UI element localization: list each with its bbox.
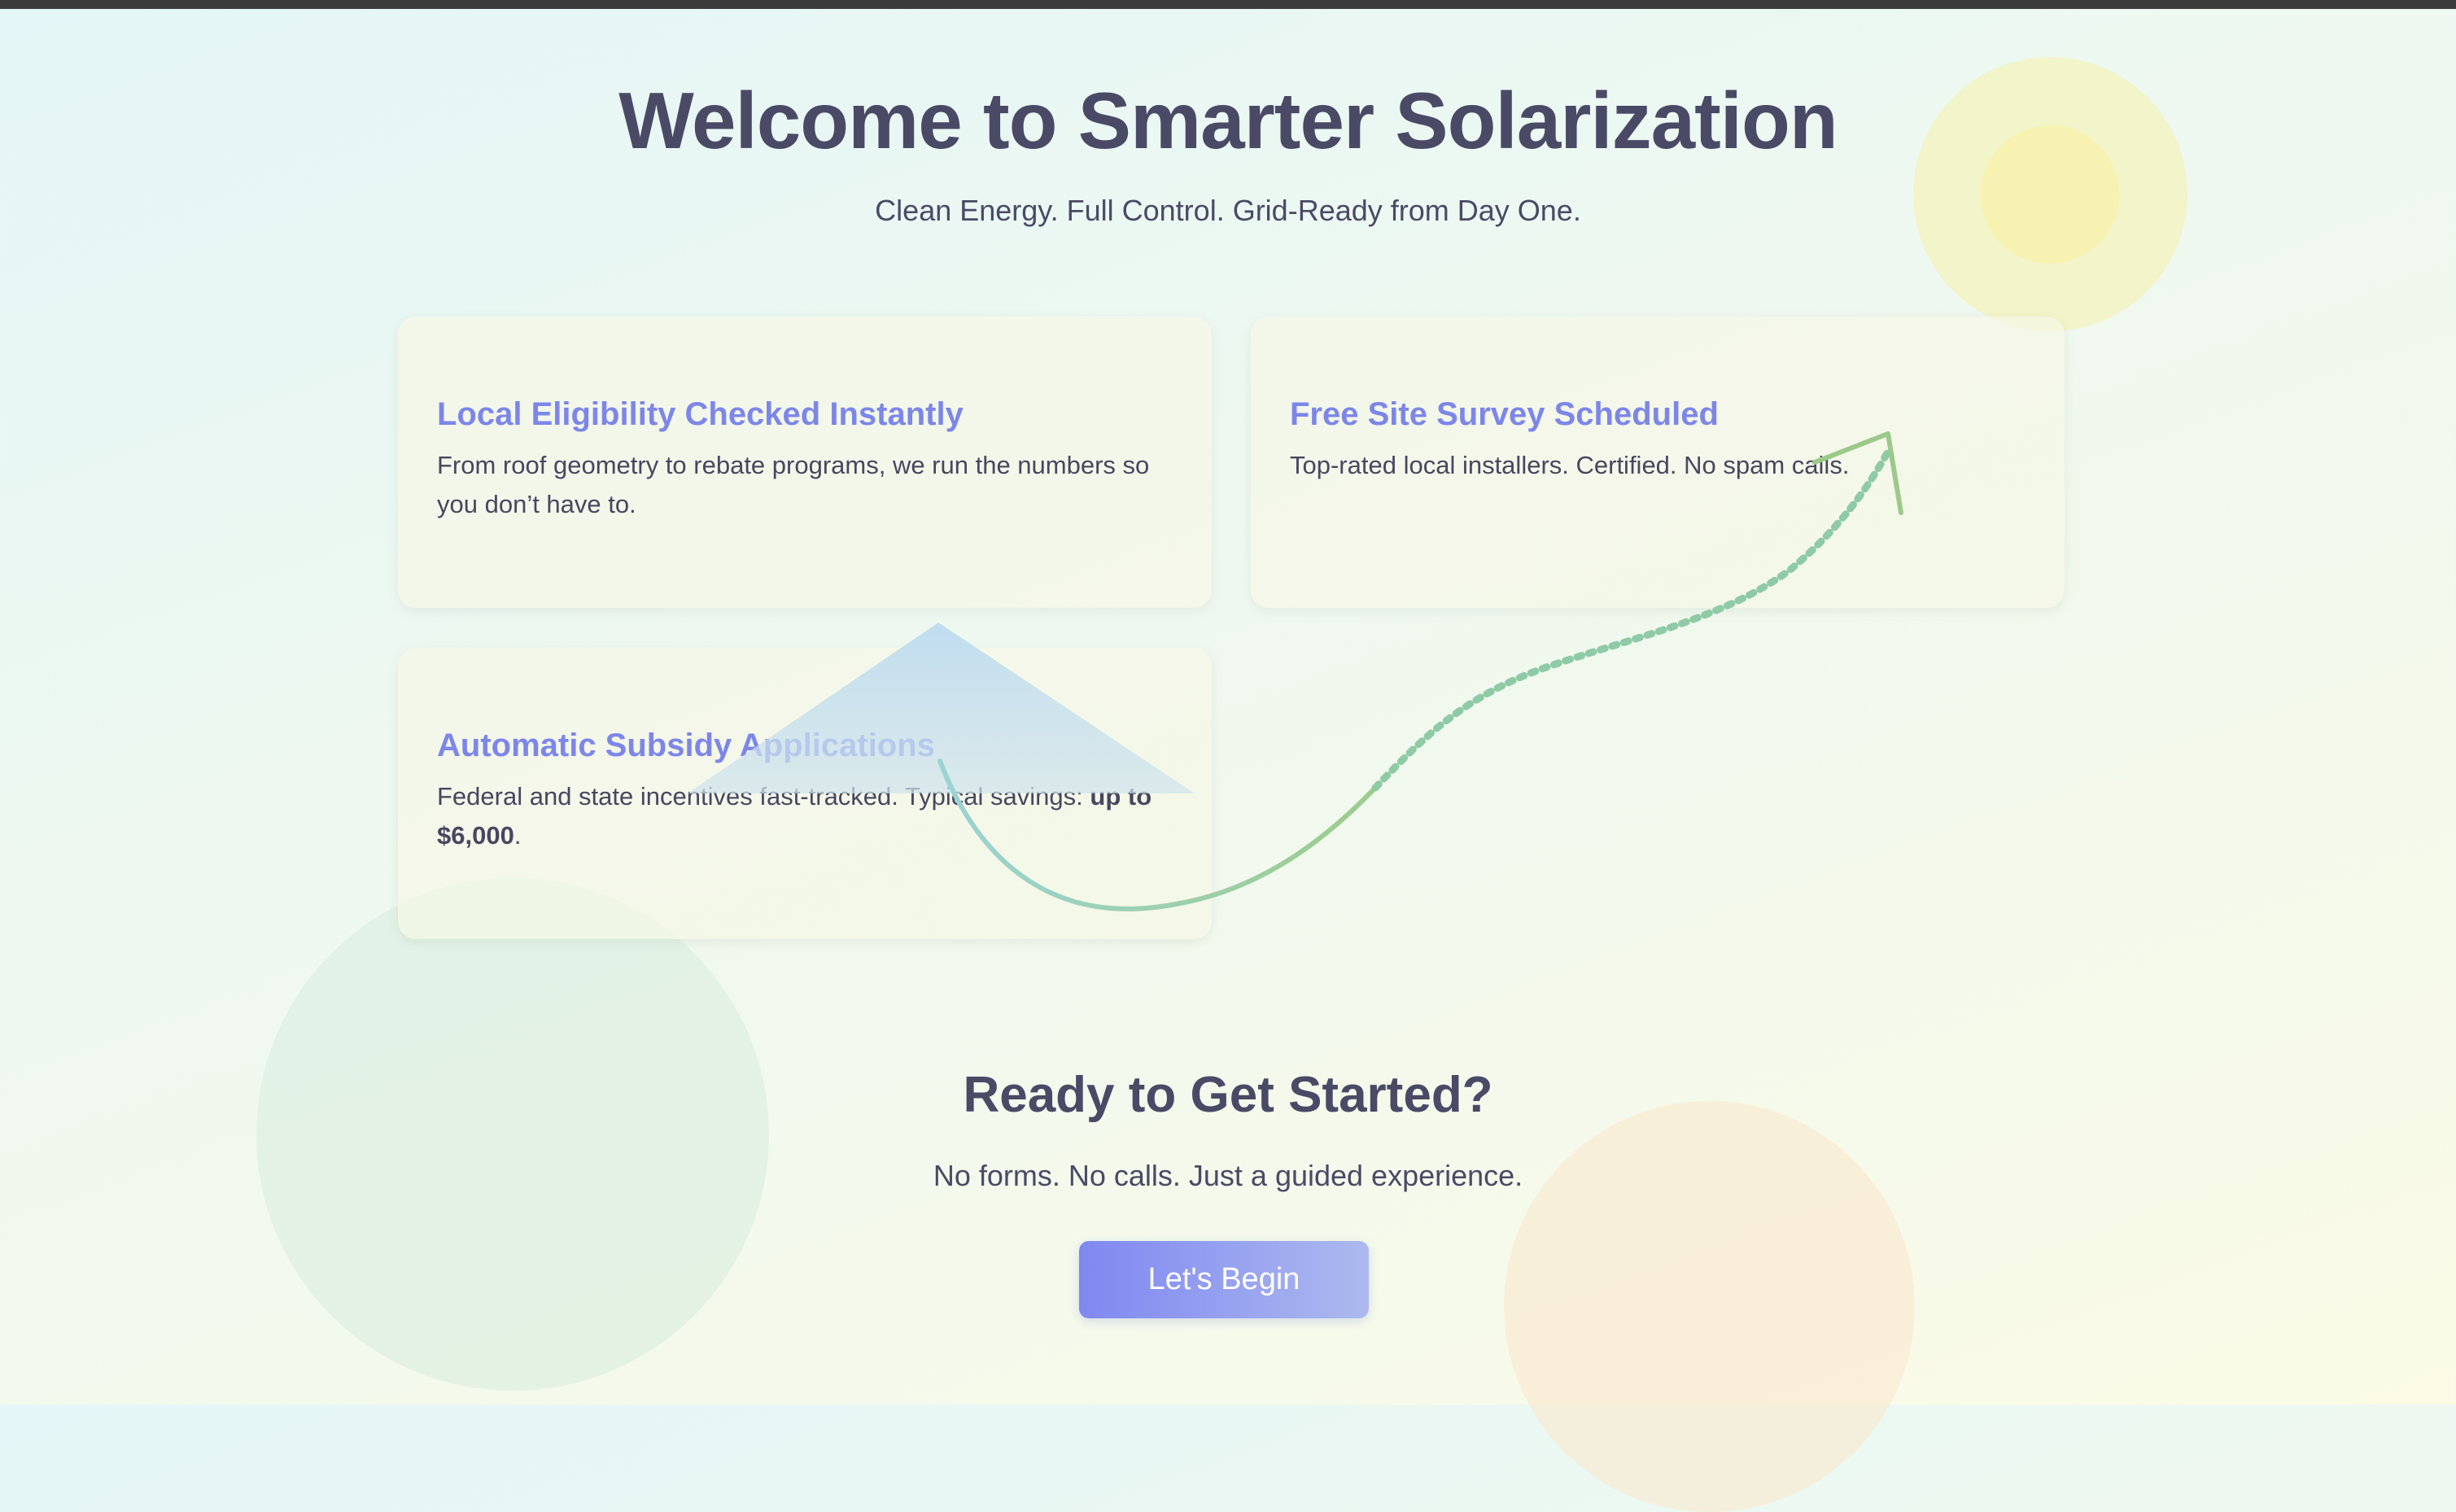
lets-begin-button[interactable]: Let's Begin — [1079, 1241, 1369, 1318]
page-subtitle: Clean Energy. Full Control. Grid-Ready f… — [875, 194, 1581, 227]
feature-card-subsidy: Automatic Subsidy Applications Federal a… — [398, 648, 1212, 939]
feature-description-suffix: . — [513, 821, 522, 850]
green-circle-decoration — [256, 878, 769, 1391]
cta-title: Ready to Get Started? — [963, 1067, 1493, 1123]
feature-description-text: Federal and state incentives fast-tracke… — [437, 782, 1090, 811]
feature-description: From roof geometry to rebate programs, w… — [437, 451, 1150, 518]
feature-description: Top-rated local installers. Certified. N… — [1290, 451, 1850, 479]
feature-title: Free Site Survey Scheduled — [1290, 396, 1719, 432]
top-bar — [0, 0, 2456, 9]
page-title: Welcome to Smarter Solarization — [618, 76, 1838, 165]
feature-description: Federal and state incentives fast-tracke… — [437, 777, 1173, 855]
feature-title: Local Eligibility Checked Instantly — [437, 396, 964, 432]
feature-title: Automatic Subsidy Applications — [437, 728, 935, 763]
cta-subtitle: No forms. No calls. Just a guided experi… — [933, 1159, 1523, 1192]
feature-card-eligibility: Local Eligibility Checked Instantly From… — [398, 317, 1212, 608]
feature-card-site-survey: Free Site Survey Scheduled Top-rated loc… — [1251, 317, 2065, 608]
